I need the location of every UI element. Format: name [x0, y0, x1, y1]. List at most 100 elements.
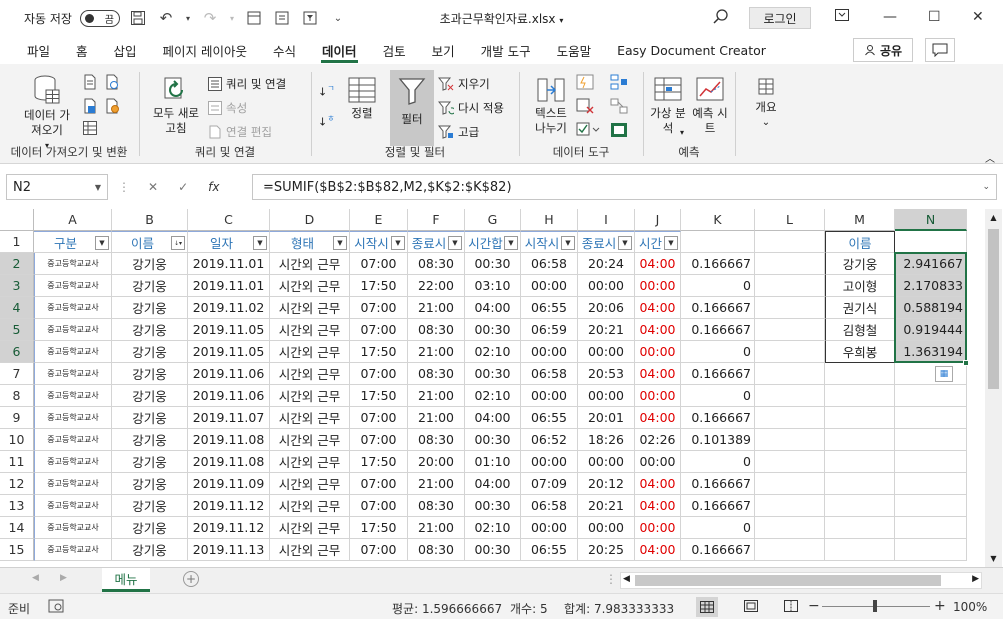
cell[interactable]: 00:00 [635, 341, 681, 363]
ribbon-display-icon[interactable] [835, 9, 849, 25]
scroll-down-icon[interactable]: ▼ [985, 550, 1002, 567]
cell[interactable]: 0 [681, 385, 755, 407]
cell[interactable]: 02:10 [465, 517, 521, 539]
remove-duplicates-icon[interactable] [576, 98, 594, 117]
worksheet-grid[interactable]: A B C D E F G H I J K L M N 1 구분 ▼ 이름 ↓▾ 일자 ▼ 형태 ▼ 시작시 ▼ 종료시 ▼ 시간합 ▼… [0, 209, 1003, 567]
cell[interactable]: 중고등학교교사 [34, 341, 112, 363]
cell[interactable] [755, 495, 825, 517]
cell[interactable] [755, 385, 825, 407]
cell[interactable]: 07:09 [521, 473, 578, 495]
zoom-in-icon[interactable]: + [934, 598, 946, 614]
cell[interactable] [755, 253, 825, 275]
filter-dropdown-icon[interactable]: ▼ [448, 236, 462, 250]
cell[interactable]: 00:00 [521, 517, 578, 539]
cell[interactable]: 00:00 [578, 451, 635, 473]
cell[interactable] [825, 451, 895, 473]
cell[interactable]: 0.166667 [681, 407, 755, 429]
page-layout-view-icon[interactable] [744, 600, 758, 615]
filter-dropdown-icon[interactable]: ▼ [561, 236, 575, 250]
scroll-up-icon[interactable]: ▲ [985, 209, 1002, 226]
cell[interactable]: 02:10 [465, 385, 521, 407]
get-data-button[interactable]: 데이터 가져오기 ▾ [18, 74, 76, 153]
column-header-f[interactable]: F [408, 209, 465, 231]
cell[interactable]: 21:00 [408, 385, 465, 407]
cell[interactable] [755, 275, 825, 297]
cell[interactable]: 2019.11.05 [188, 319, 270, 341]
cell[interactable]: 00:00 [578, 341, 635, 363]
cell[interactable]: 시간외 근무 [270, 275, 350, 297]
collapse-ribbon-icon[interactable]: ︿ [985, 150, 995, 165]
clear-button[interactable]: 지우기 [438, 76, 490, 92]
column-header-i[interactable]: I [578, 209, 635, 231]
save-icon[interactable] [128, 8, 148, 28]
next-sheet-icon[interactable]: ▶ [60, 573, 67, 583]
fill-handle[interactable] [963, 360, 969, 366]
cell[interactable]: 07:00 [350, 297, 408, 319]
cell[interactable]: 중고등학교교사 [34, 319, 112, 341]
relationships-icon[interactable] [610, 98, 628, 117]
cell[interactable]: 06:55 [521, 407, 578, 429]
cell[interactable]: 00:30 [465, 495, 521, 517]
cell[interactable]: 2019.11.05 [188, 341, 270, 363]
cell[interactable]: 0.588194 [895, 297, 967, 319]
login-button[interactable]: 로그인 [749, 7, 811, 29]
data-model-icon[interactable] [610, 122, 628, 141]
row-header[interactable]: 1 [0, 231, 34, 253]
cell[interactable]: 권기식 [825, 297, 895, 319]
cell[interactable]: 시간외 근무 [270, 451, 350, 473]
edit-links-button[interactable]: 연결 편집 [208, 124, 272, 140]
redo-icon[interactable]: ↷ [200, 8, 220, 28]
cell[interactable]: 시간외 근무 [270, 319, 350, 341]
row-header[interactable]: 10 [0, 429, 34, 451]
cell[interactable] [755, 539, 825, 561]
cell[interactable]: 김형철 [825, 319, 895, 341]
enter-icon[interactable]: ✓ [178, 180, 188, 194]
cell[interactable]: 04:00 [635, 297, 681, 319]
row-header[interactable]: 13 [0, 495, 34, 517]
text-to-columns-button[interactable]: 텍스트 나누기 [530, 76, 572, 136]
cell[interactable]: 0 [681, 341, 755, 363]
cell[interactable]: 20:01 [578, 407, 635, 429]
cell[interactable]: 2019.11.12 [188, 517, 270, 539]
cell[interactable]: 0.166667 [681, 363, 755, 385]
tab-2[interactable]: 삽입 [101, 36, 150, 64]
cell[interactable]: 06:58 [521, 253, 578, 275]
cell[interactable]: 06:52 [521, 429, 578, 451]
cell[interactable]: 중고등학교교사 [34, 473, 112, 495]
cell[interactable]: 2019.11.12 [188, 495, 270, 517]
normal-view-icon[interactable] [696, 597, 718, 617]
column-header-n[interactable]: N [895, 209, 967, 231]
name-box[interactable]: N2 ▼ [6, 174, 108, 200]
cell[interactable]: 2019.11.06 [188, 363, 270, 385]
accessibility-icon[interactable] [48, 599, 64, 616]
cell[interactable]: 강기웅 [112, 297, 188, 319]
cell[interactable]: 중고등학교교사 [34, 297, 112, 319]
cell[interactable]: 0 [681, 275, 755, 297]
filter-dropdown-icon[interactable]: ▼ [391, 236, 405, 250]
cell[interactable]: 중고등학교교사 [34, 495, 112, 517]
cell[interactable]: 20:00 [408, 451, 465, 473]
cell[interactable] [895, 473, 967, 495]
filter-dropdown-icon[interactable]: ▼ [95, 236, 109, 250]
cell[interactable] [825, 363, 895, 385]
tab-4[interactable]: 수식 [260, 36, 309, 64]
cell[interactable]: 00:30 [465, 319, 521, 341]
table-header-cell[interactable]: 일자 ▼ [188, 231, 270, 253]
cell[interactable] [681, 231, 755, 253]
cell[interactable] [895, 231, 967, 253]
refresh-all-button[interactable]: 모두 새로 고침 [146, 76, 206, 136]
column-header-g[interactable]: G [465, 209, 521, 231]
customize-qat-icon[interactable]: ⌄ [328, 8, 348, 28]
cell[interactable]: 07:00 [350, 363, 408, 385]
redo-dropdown-icon[interactable]: ▾ [228, 8, 236, 28]
cell[interactable]: 04:00 [635, 253, 681, 275]
cell[interactable] [755, 473, 825, 495]
column-header-d[interactable]: D [270, 209, 350, 231]
cell[interactable] [895, 429, 967, 451]
cell[interactable]: 00:00 [578, 385, 635, 407]
share-button[interactable]: 공유 [853, 38, 913, 62]
table-header-cell[interactable]: 시작시 ▼ [521, 231, 578, 253]
row-header[interactable]: 4 [0, 297, 34, 319]
cell[interactable]: 2019.11.06 [188, 385, 270, 407]
cell[interactable]: 04:00 [465, 473, 521, 495]
